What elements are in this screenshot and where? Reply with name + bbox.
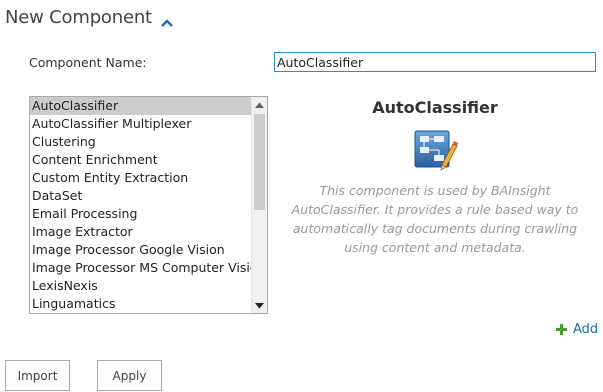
list-item[interactable]: Linguamatics — [30, 295, 252, 313]
add-label: Add — [573, 322, 599, 337]
add-component-link[interactable]: Add — [556, 322, 598, 337]
plus-icon — [556, 324, 567, 335]
component-detail-title: AutoClassifier — [372, 98, 498, 117]
scroll-thumb[interactable] — [254, 114, 265, 210]
list-item[interactable]: DataSet — [30, 187, 252, 205]
component-list: AutoClassifier AutoClassifier Multiplexer… — [30, 97, 252, 313]
list-item[interactable]: Custom Entity Extraction — [30, 169, 252, 187]
list-item[interactable]: Email Processing — [30, 205, 252, 223]
component-detail-panel: AutoClassifier This component is used by… — [274, 96, 596, 257]
list-item[interactable]: Image Processor MS Computer Vision — [30, 259, 252, 277]
list-item[interactable]: Clustering — [30, 133, 252, 151]
section-header: New Component — [5, 7, 174, 28]
component-diagram-icon — [412, 127, 458, 173]
import-button[interactable]: Import — [5, 360, 70, 391]
chevron-up-icon[interactable] — [160, 13, 174, 27]
component-description: This component is used by BAInsight Auto… — [291, 183, 579, 255]
list-item[interactable]: LexisNexis — [30, 277, 252, 295]
scroll-up-arrow[interactable] — [252, 97, 267, 112]
list-item[interactable]: Content Enrichment — [30, 151, 252, 169]
component-name-label: Component Name: — [29, 55, 147, 70]
list-item[interactable]: Image Processor Google Vision — [30, 241, 252, 259]
list-item[interactable]: AutoClassifier Multiplexer — [30, 115, 252, 133]
listbox-scrollbar[interactable] — [251, 97, 267, 313]
component-name-input[interactable] — [274, 52, 596, 72]
list-item[interactable]: AutoClassifier — [30, 97, 252, 115]
scroll-down-arrow[interactable] — [252, 298, 267, 313]
apply-button[interactable]: Apply — [97, 360, 162, 391]
list-item[interactable]: Image Extractor — [30, 223, 252, 241]
page-title: New Component — [5, 7, 152, 28]
component-listbox[interactable]: AutoClassifier AutoClassifier Multiplexer… — [29, 96, 268, 314]
